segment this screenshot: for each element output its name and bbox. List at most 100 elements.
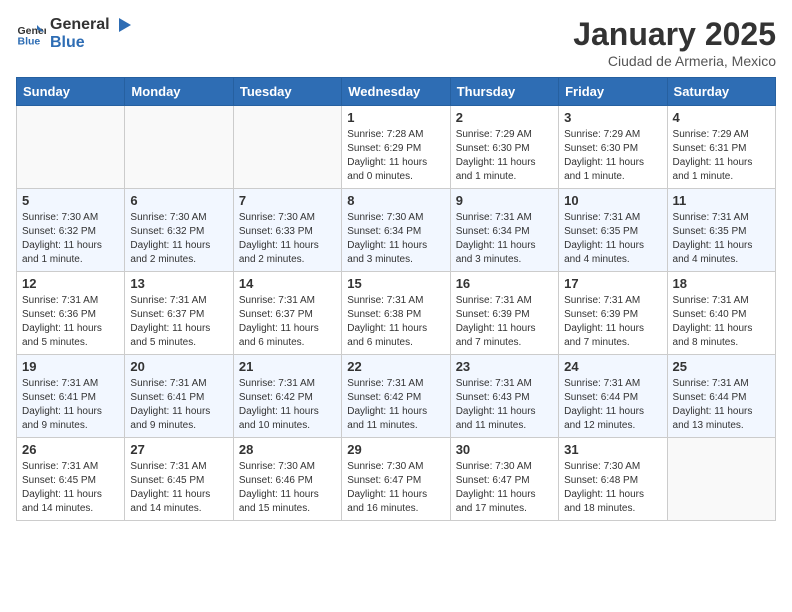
calendar-header-row: Sunday Monday Tuesday Wednesday Thursday… (17, 78, 776, 106)
day-number: 4 (673, 110, 770, 125)
day-info: Sunrise: 7:30 AM Sunset: 6:47 PM Dayligh… (456, 460, 553, 516)
day-number: 1 (347, 110, 444, 125)
day-info: Sunrise: 7:29 AM Sunset: 6:31 PM Dayligh… (673, 128, 770, 184)
day-info: Sunrise: 7:31 AM Sunset: 6:35 PM Dayligh… (673, 211, 770, 267)
day-info: Sunrise: 7:29 AM Sunset: 6:30 PM Dayligh… (564, 128, 661, 184)
day-info: Sunrise: 7:31 AM Sunset: 6:39 PM Dayligh… (456, 294, 553, 350)
calendar-cell: 18 Sunrise: 7:31 AM Sunset: 6:40 PM Dayli… (667, 272, 775, 355)
day-number: 16 (456, 276, 553, 291)
day-number: 17 (564, 276, 661, 291)
calendar-cell: 12 Sunrise: 7:31 AM Sunset: 6:36 PM Dayli… (17, 272, 125, 355)
calendar-cell: 29 Sunrise: 7:30 AM Sunset: 6:47 PM Dayli… (342, 438, 450, 521)
day-info: Sunrise: 7:31 AM Sunset: 6:36 PM Dayligh… (22, 294, 119, 350)
col-saturday: Saturday (667, 78, 775, 106)
day-info: Sunrise: 7:31 AM Sunset: 6:41 PM Dayligh… (22, 377, 119, 433)
day-number: 30 (456, 442, 553, 457)
logo: General Blue General Blue (16, 16, 133, 52)
day-info: Sunrise: 7:30 AM Sunset: 6:32 PM Dayligh… (130, 211, 227, 267)
calendar-cell: 26Sunrise: 7:31 AM Sunset: 6:45 PM Dayli… (17, 438, 125, 521)
day-info: Sunrise: 7:31 AM Sunset: 6:43 PM Dayligh… (456, 377, 553, 433)
calendar-cell: 2Sunrise: 7:29 AM Sunset: 6:30 PM Daylig… (450, 106, 558, 189)
logo-general-text: General (50, 16, 110, 33)
day-info: Sunrise: 7:31 AM Sunset: 6:34 PM Dayligh… (456, 211, 553, 267)
calendar-week-4: 19Sunrise: 7:31 AM Sunset: 6:41 PM Dayli… (17, 355, 776, 438)
calendar-cell: 14 Sunrise: 7:31 AM Sunset: 6:37 PM Dayli… (233, 272, 341, 355)
calendar-cell: 13Sunrise: 7:31 AM Sunset: 6:37 PM Dayli… (125, 272, 233, 355)
calendar-cell: 5Sunrise: 7:30 AM Sunset: 6:32 PM Daylig… (17, 189, 125, 272)
calendar-cell: 21Sunrise: 7:31 AM Sunset: 6:42 PM Dayli… (233, 355, 341, 438)
calendar-week-5: 26Sunrise: 7:31 AM Sunset: 6:45 PM Dayli… (17, 438, 776, 521)
day-info: Sunrise: 7:31 AM Sunset: 6:45 PM Dayligh… (22, 460, 119, 516)
day-number: 22 (347, 359, 444, 374)
day-info: Sunrise: 7:30 AM Sunset: 6:33 PM Dayligh… (239, 211, 336, 267)
day-info: Sunrise: 7:31 AM Sunset: 6:44 PM Dayligh… (673, 377, 770, 433)
calendar-cell: 1 Sunrise: 7:28 AM Sunset: 6:29 PM Daylig… (342, 106, 450, 189)
day-number: 25 (673, 359, 770, 374)
day-info: Sunrise: 7:31 AM Sunset: 6:40 PM Dayligh… (673, 294, 770, 350)
logo-arrow-icon (115, 16, 133, 34)
calendar-cell: 4 Sunrise: 7:29 AM Sunset: 6:31 PM Daylig… (667, 106, 775, 189)
col-friday: Friday (559, 78, 667, 106)
svg-text:Blue: Blue (18, 35, 41, 47)
calendar-cell: 7 Sunrise: 7:30 AM Sunset: 6:33 PM Daylig… (233, 189, 341, 272)
day-info: Sunrise: 7:31 AM Sunset: 6:42 PM Dayligh… (239, 377, 336, 433)
logo-icon: General Blue (16, 19, 46, 49)
calendar-cell: 11Sunrise: 7:31 AM Sunset: 6:35 PM Dayli… (667, 189, 775, 272)
calendar-cell: 10 Sunrise: 7:31 AM Sunset: 6:35 PM Dayli… (559, 189, 667, 272)
col-tuesday: Tuesday (233, 78, 341, 106)
calendar-week-3: 12 Sunrise: 7:31 AM Sunset: 6:36 PM Dayli… (17, 272, 776, 355)
calendar-cell: 20 Sunrise: 7:31 AM Sunset: 6:41 PM Dayli… (125, 355, 233, 438)
calendar-cell: 30 Sunrise: 7:30 AM Sunset: 6:47 PM Dayli… (450, 438, 558, 521)
calendar-cell: 24Sunrise: 7:31 AM Sunset: 6:44 PM Dayli… (559, 355, 667, 438)
day-info: Sunrise: 7:31 AM Sunset: 6:37 PM Dayligh… (239, 294, 336, 350)
calendar-cell: 23 Sunrise: 7:31 AM Sunset: 6:43 PM Dayli… (450, 355, 558, 438)
calendar-cell (17, 106, 125, 189)
calendar-cell: 22 Sunrise: 7:31 AM Sunset: 6:42 PM Dayli… (342, 355, 450, 438)
calendar-week-2: 5 Sunrise: 7:30 AM Sunset: 6:32 PM Daylig… (17, 189, 776, 272)
day-info: Sunrise: 7:31 AM Sunset: 6:42 PM Dayligh… (347, 377, 444, 433)
day-number: 3 (564, 110, 661, 125)
day-info: Sunrise: 7:28 AM Sunset: 6:29 PM Dayligh… (347, 128, 444, 184)
calendar-cell: 8 Sunrise: 7:30 AM Sunset: 6:34 PM Daylig… (342, 189, 450, 272)
day-number: 7 (239, 193, 336, 208)
day-info: Sunrise: 7:31 AM Sunset: 6:38 PM Dayligh… (347, 294, 444, 350)
calendar-cell: 28Sunrise: 7:30 AM Sunset: 6:46 PM Dayli… (233, 438, 341, 521)
day-number: 13 (130, 276, 227, 291)
calendar-cell: 27Sunrise: 7:31 AM Sunset: 6:45 PM Dayli… (125, 438, 233, 521)
day-info: Sunrise: 7:31 AM Sunset: 6:41 PM Dayligh… (130, 377, 227, 433)
calendar-cell: 15 Sunrise: 7:31 AM Sunset: 6:38 PM Dayli… (342, 272, 450, 355)
calendar-cell (667, 438, 775, 521)
calendar-table: Sunday Monday Tuesday Wednesday Thursday… (16, 77, 776, 521)
day-number: 12 (22, 276, 119, 291)
logo-blue-text: Blue (50, 34, 85, 51)
day-number: 9 (456, 193, 553, 208)
calendar-cell: 19Sunrise: 7:31 AM Sunset: 6:41 PM Dayli… (17, 355, 125, 438)
day-number: 10 (564, 193, 661, 208)
day-number: 29 (347, 442, 444, 457)
day-info: Sunrise: 7:30 AM Sunset: 6:47 PM Dayligh… (347, 460, 444, 516)
calendar-week-1: 1 Sunrise: 7:28 AM Sunset: 6:29 PM Daylig… (17, 106, 776, 189)
day-number: 20 (130, 359, 227, 374)
day-number: 18 (673, 276, 770, 291)
calendar-cell: 9 Sunrise: 7:31 AM Sunset: 6:34 PM Daylig… (450, 189, 558, 272)
title-area: January 2025 Ciudad de Armeria, Mexico (573, 16, 776, 69)
day-info: Sunrise: 7:30 AM Sunset: 6:34 PM Dayligh… (347, 211, 444, 267)
month-title: January 2025 (573, 16, 776, 53)
day-number: 15 (347, 276, 444, 291)
calendar-cell: 25 Sunrise: 7:31 AM Sunset: 6:44 PM Dayli… (667, 355, 775, 438)
day-info: Sunrise: 7:31 AM Sunset: 6:45 PM Dayligh… (130, 460, 227, 516)
day-number: 8 (347, 193, 444, 208)
calendar-cell: 31Sunrise: 7:30 AM Sunset: 6:48 PM Dayli… (559, 438, 667, 521)
calendar-cell: 17 Sunrise: 7:31 AM Sunset: 6:39 PM Dayli… (559, 272, 667, 355)
day-number: 23 (456, 359, 553, 374)
day-info: Sunrise: 7:31 AM Sunset: 6:35 PM Dayligh… (564, 211, 661, 267)
day-number: 5 (22, 193, 119, 208)
calendar-cell: 16 Sunrise: 7:31 AM Sunset: 6:39 PM Dayli… (450, 272, 558, 355)
col-sunday: Sunday (17, 78, 125, 106)
calendar-cell: 3 Sunrise: 7:29 AM Sunset: 6:30 PM Daylig… (559, 106, 667, 189)
day-number: 2 (456, 110, 553, 125)
col-thursday: Thursday (450, 78, 558, 106)
day-info: Sunrise: 7:31 AM Sunset: 6:39 PM Dayligh… (564, 294, 661, 350)
calendar-cell: 6Sunrise: 7:30 AM Sunset: 6:32 PM Daylig… (125, 189, 233, 272)
day-number: 14 (239, 276, 336, 291)
